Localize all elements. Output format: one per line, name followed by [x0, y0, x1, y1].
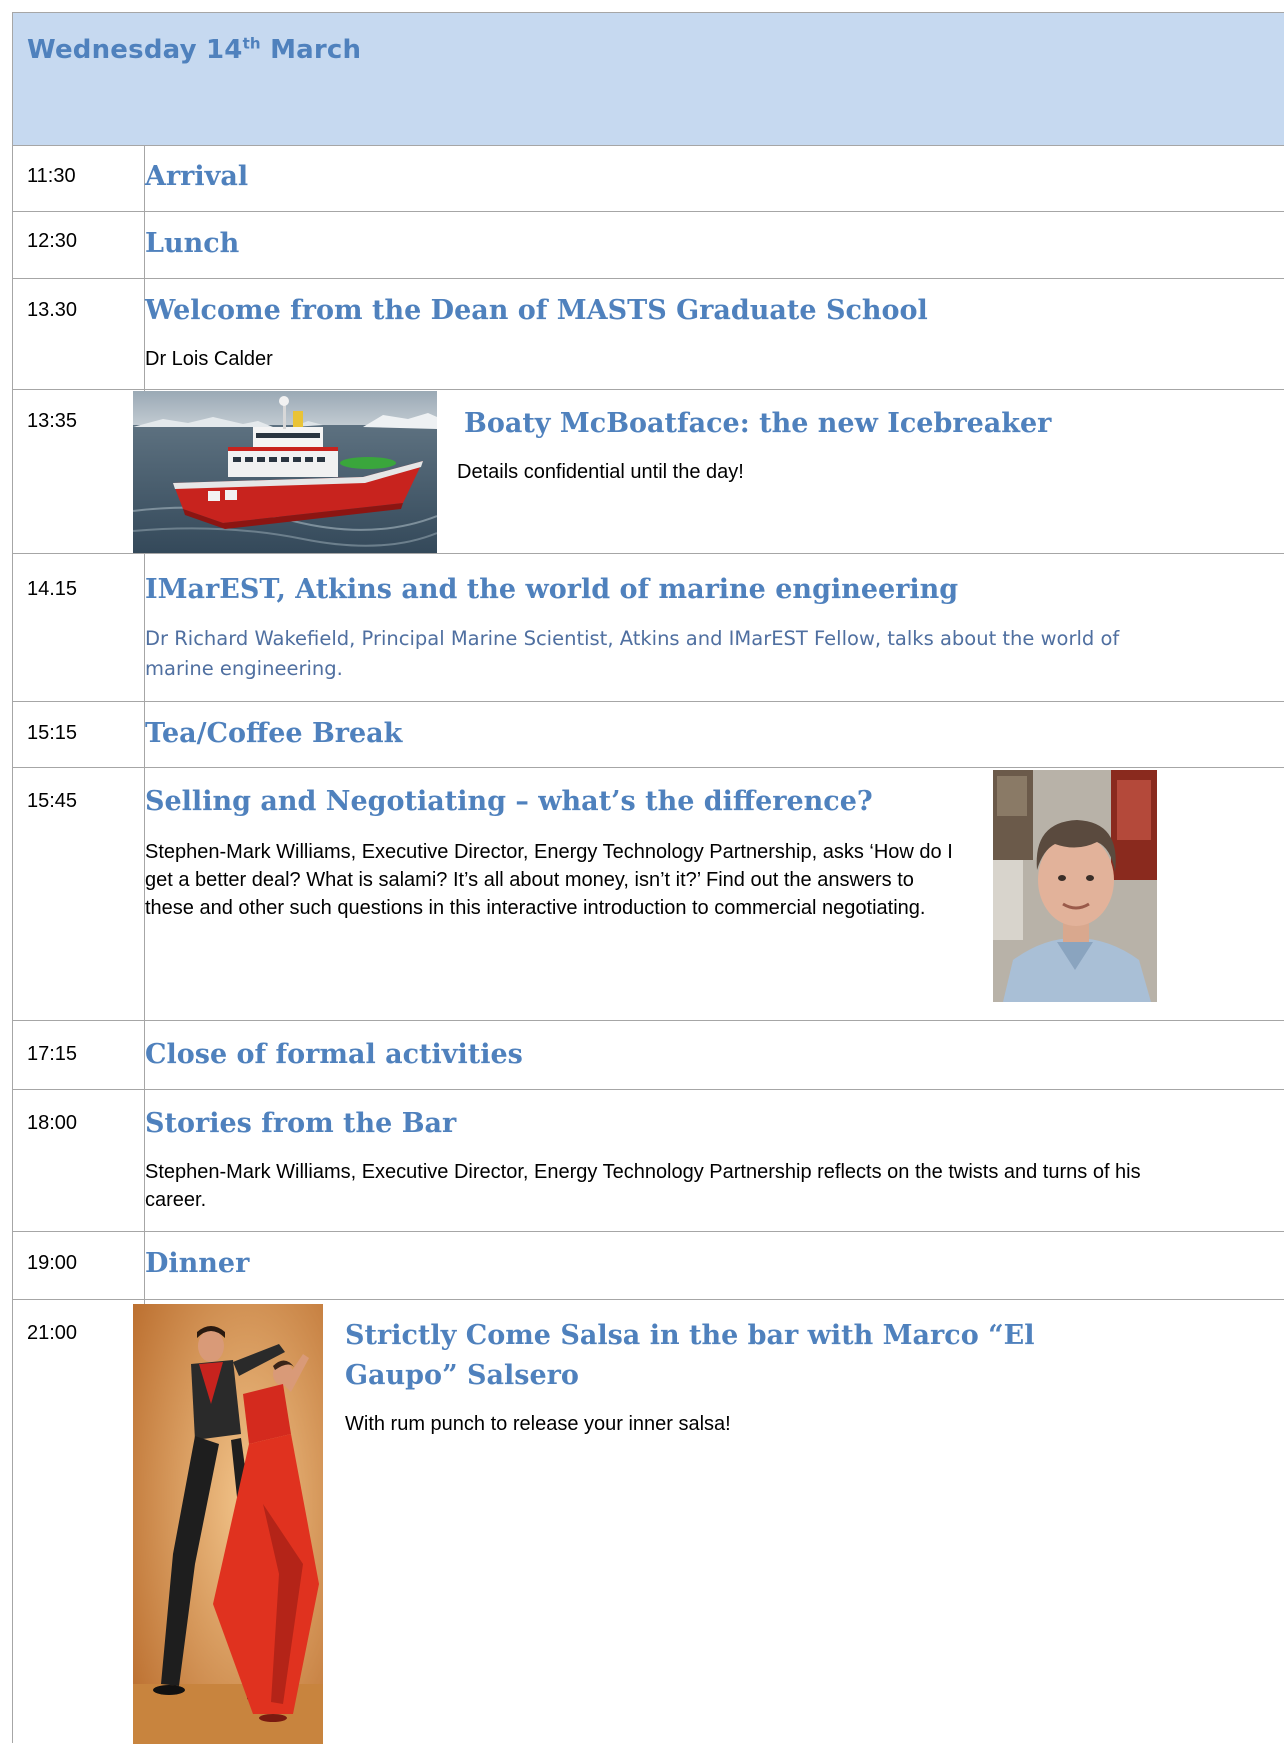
session-title: Boaty McBoatface: the new Icebreaker: [464, 408, 1052, 439]
salsa-dancers-photo: [133, 1304, 323, 1744]
session-title: Close of formal activities: [145, 1039, 523, 1070]
session-time: 19:00: [27, 1252, 78, 1274]
agenda-row: 13.30 Welcome from the Dean of MASTS Gra…: [13, 279, 1284, 390]
agenda-row: 19:00 Dinner: [13, 1232, 1284, 1300]
session-title: Lunch: [145, 228, 240, 259]
session-title: Tea/Coffee Break: [145, 718, 403, 749]
session-time: 13:35: [27, 410, 78, 432]
day-ordinal-suffix: th: [242, 34, 261, 53]
session-title: Strictly Come Salsa in the bar with Marc…: [345, 1320, 1035, 1391]
session-title: Stories from the Bar: [145, 1108, 457, 1139]
agenda-row: 11:30 Arrival: [13, 145, 1284, 212]
speaker-portrait: [993, 770, 1157, 1002]
session-speaker: Dr Lois Calder: [145, 348, 273, 370]
session-time: 17:15: [27, 1043, 78, 1065]
day-title: Wednesday 14th March: [27, 35, 361, 65]
session-time: 11:30: [27, 165, 76, 187]
agenda-table: Wednesday 14th March 11:30 Arrival 12:30…: [12, 12, 1284, 1744]
agenda-row: 15:45 Selling and Negotiating – what’s t…: [13, 768, 1284, 1021]
day-header: Wednesday 14th March: [13, 13, 1284, 146]
session-description: Stephen-Mark Williams, Executive Directo…: [145, 841, 953, 919]
session-description: Details confidential until the day!: [457, 461, 744, 483]
session-title: Welcome from the Dean of MASTS Graduate …: [145, 295, 928, 326]
session-title: Dinner: [145, 1248, 250, 1279]
session-time: 14.15: [27, 578, 78, 600]
agenda-row: 15:15 Tea/Coffee Break: [13, 702, 1284, 768]
session-description: Stephen-Mark Williams, Executive Directo…: [145, 1161, 1141, 1211]
ship-illustration: [133, 391, 437, 553]
session-title: Selling and Negotiating – what’s the dif…: [145, 786, 873, 817]
session-title: Arrival: [145, 161, 249, 192]
agenda-row: 12:30 Lunch: [13, 212, 1284, 279]
session-time: 18:00: [27, 1112, 78, 1134]
session-description: With rum punch to release your inner sal…: [345, 1413, 731, 1435]
agenda-row: 13:35 Boaty McBoatface: the new Icebreak…: [13, 390, 1284, 554]
session-time: 15:15: [27, 722, 78, 744]
month-label: March: [260, 35, 362, 65]
agenda-row: 21:00 Strictly Come Salsa in the bar wit…: [13, 1300, 1284, 1744]
agenda-row: 17:15 Close of formal activities: [13, 1021, 1284, 1090]
session-time: 15:45: [27, 790, 78, 812]
session-description: Dr Richard Wakefield, Principal Marine S…: [145, 627, 1120, 680]
session-title: IMarEST, Atkins and the world of marine …: [145, 574, 959, 605]
agenda-row: 18:00 Stories from the Bar Stephen-Mark …: [13, 1090, 1284, 1232]
day-label: Wednesday 14: [27, 35, 243, 65]
session-time: 12:30: [27, 230, 78, 252]
session-time: 21:00: [27, 1322, 78, 1344]
agenda-row: 14.15 IMarEST, Atkins and the world of m…: [13, 554, 1284, 702]
session-time: 13.30: [27, 299, 78, 321]
